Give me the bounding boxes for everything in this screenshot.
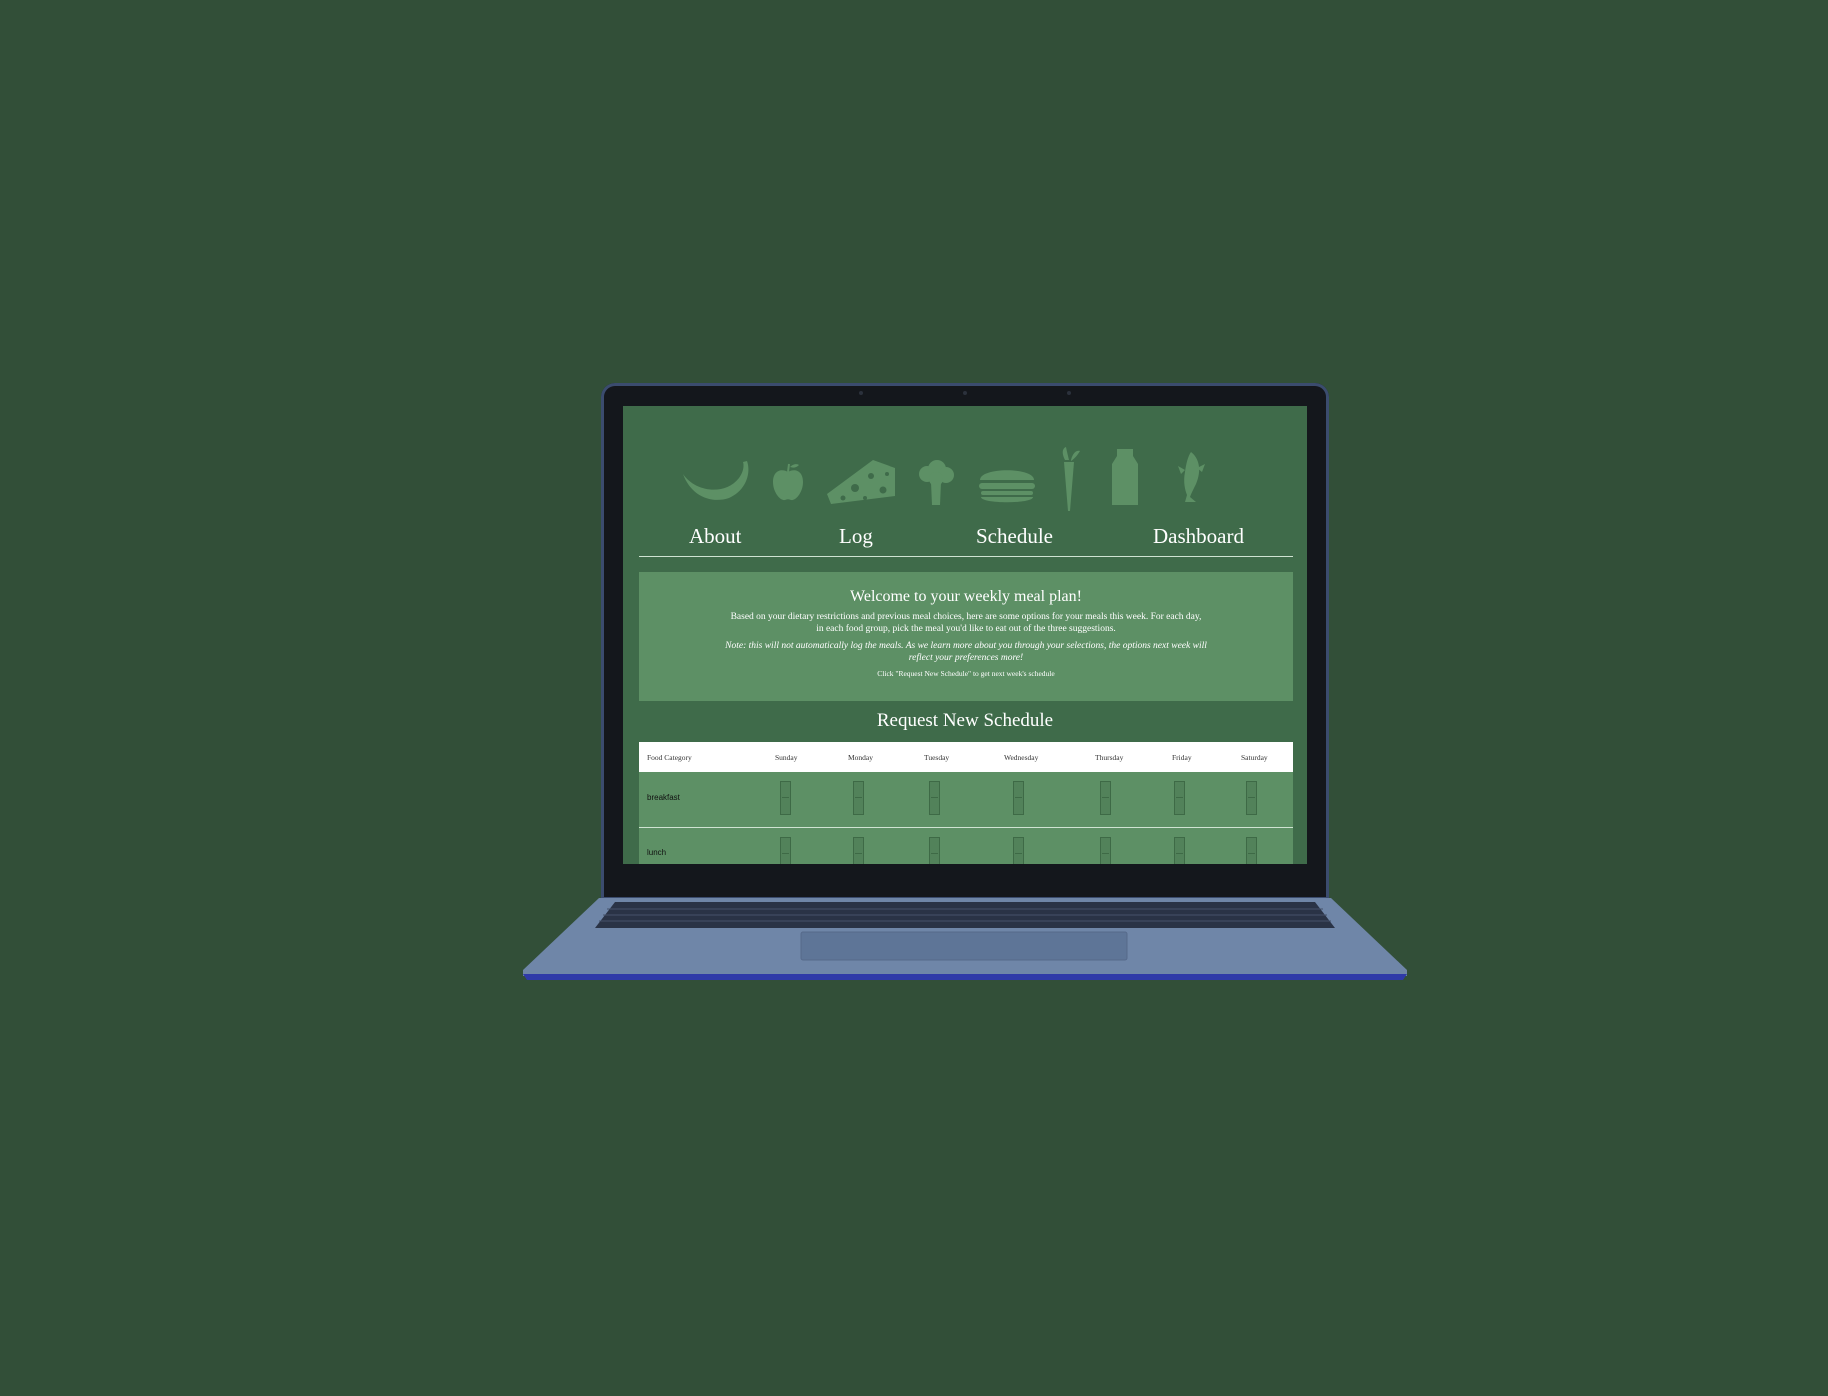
meal-select-friday[interactable] <box>1174 837 1185 864</box>
apple-icon <box>773 463 803 501</box>
carrot-icon <box>1062 447 1080 511</box>
welcome-hint: Click "Request New Schedule" to get next… <box>877 669 1055 678</box>
column-header: Wednesday <box>1004 753 1039 762</box>
sensor-dot <box>859 391 863 395</box>
meal-select-saturday[interactable] <box>1246 781 1257 815</box>
sensor-dot <box>1067 391 1071 395</box>
broccoli-icon <box>919 460 954 505</box>
meal-select-thursday[interactable] <box>1100 781 1111 815</box>
column-header: Sunday <box>775 753 798 762</box>
welcome-description: Based on your dietary restrictions and p… <box>730 612 1202 634</box>
welcome-panel: Welcome to your weekly meal plan! Based … <box>639 572 1293 701</box>
meal-select-monday[interactable] <box>853 781 864 815</box>
main-nav: About Log Schedule Dashboard <box>639 522 1293 557</box>
meal-select-tuesday[interactable] <box>929 781 940 815</box>
food-icon-banner <box>623 446 1307 518</box>
banana-icon <box>683 461 749 500</box>
column-header: Saturday <box>1241 753 1268 762</box>
column-header: Monday <box>848 753 873 762</box>
welcome-title: Welcome to your weekly meal plan! <box>850 588 1082 605</box>
fish-icon <box>1178 452 1205 502</box>
meal-select-monday[interactable] <box>853 837 864 864</box>
burger-icon <box>979 470 1035 503</box>
screen: About Log Schedule Dashboard Welcome to … <box>623 406 1307 864</box>
meal-select-friday[interactable] <box>1174 781 1185 815</box>
column-header: Food Category <box>647 753 692 762</box>
meal-select-sunday[interactable] <box>780 781 791 815</box>
column-header: Friday <box>1172 753 1192 762</box>
table-row: lunch <box>639 828 1293 864</box>
nav-dashboard[interactable]: Dashboard <box>1153 524 1244 549</box>
webcam-dot <box>963 391 967 395</box>
request-new-schedule-button[interactable]: Request New Schedule <box>623 710 1307 732</box>
schedule-table: Food Category Sunday Monday Tuesday Wedn… <box>639 742 1293 864</box>
table-header: Food Category Sunday Monday Tuesday Wedn… <box>639 742 1293 772</box>
column-header: Thursday <box>1095 753 1124 762</box>
meal-select-tuesday[interactable] <box>929 837 940 864</box>
welcome-note: Note: this will not automatically log th… <box>725 641 1207 663</box>
food-category-label: lunch <box>647 848 667 857</box>
laptop-keyboard-deck <box>523 898 1407 980</box>
nav-about[interactable]: About <box>689 524 742 549</box>
meal-select-wednesday[interactable] <box>1013 781 1024 815</box>
meal-select-thursday[interactable] <box>1100 837 1111 864</box>
column-header: Tuesday <box>924 753 950 762</box>
milk-carton-icon <box>1112 449 1138 505</box>
table-row: breakfast <box>639 772 1293 828</box>
meal-select-sunday[interactable] <box>780 837 791 864</box>
food-category-label: breakfast <box>647 793 680 802</box>
meal-select-saturday[interactable] <box>1246 837 1257 864</box>
cheese-icon <box>827 460 895 504</box>
meal-select-wednesday[interactable] <box>1013 837 1024 864</box>
nav-log[interactable]: Log <box>839 524 873 549</box>
nav-schedule[interactable]: Schedule <box>976 524 1053 549</box>
